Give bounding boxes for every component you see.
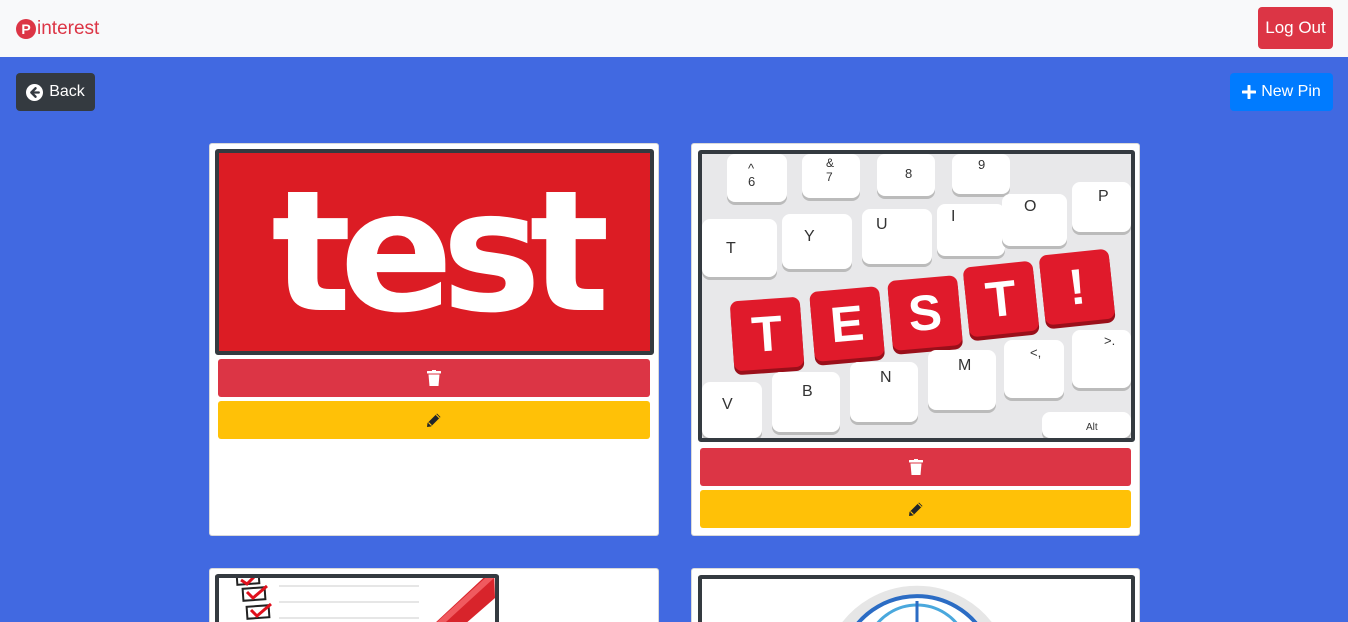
logout-button[interactable]: Log Out [1258,7,1333,49]
key-label: 8 [905,166,913,181]
key-label: 9 [978,157,986,172]
keyboard-photo: ^6 &7 8 9 T Y U I O P T E S T ! V B N M … [702,154,1131,438]
pin-card: test [209,143,659,536]
edit-pin-button[interactable] [218,401,650,439]
back-button[interactable]: Back [16,73,95,111]
key-label: N [880,369,892,386]
key-label: Alt [1086,422,1098,433]
pin-card: ^6 &7 8 9 T Y U I O P T E S T ! V B N M … [691,143,1140,536]
key-letter: S [905,283,945,343]
key-label: I [951,208,956,225]
key-label: O [1024,198,1037,215]
key-label: ^6 [748,161,756,189]
key-letter: T [749,305,785,363]
key-label: U [876,216,888,233]
pencil-icon [427,413,441,427]
key-letter: T [982,269,1020,329]
key-label: &7 [826,156,835,184]
new-pin-label: New Pin [1261,83,1321,100]
edit-pin-button[interactable] [700,490,1131,528]
key-letter: E [827,294,867,354]
key-label: T [726,240,736,257]
plus-icon [1242,85,1257,99]
pin-image[interactable] [215,574,499,622]
test-word-art: test [271,154,610,350]
key-label: >. [1104,333,1116,348]
trash-icon [908,459,923,475]
red-key: E [809,286,885,362]
pinterest-p-icon: P [16,19,36,39]
pin-image[interactable]: test [215,149,654,355]
key-label: P [1098,188,1109,205]
checklist-pencil-art [235,578,495,622]
red-key: ! [1038,248,1116,326]
pinterest-logo[interactable]: P interest [16,17,99,41]
red-key: T [729,296,805,372]
pin-image[interactable] [698,575,1135,622]
key-label: V [722,396,733,413]
red-key: T [962,260,1040,338]
key-label: B [802,383,813,400]
key-label: <, [1030,345,1042,360]
trash-icon [427,370,441,386]
key-letter: ! [1065,258,1089,316]
brand-text: interest [37,18,100,39]
key-label: Y [804,228,815,245]
new-pin-button[interactable]: New Pin [1230,73,1333,111]
back-label: Back [49,83,85,100]
delete-pin-button[interactable] [218,359,650,397]
pin-card [209,568,659,622]
pencil-icon [908,502,922,516]
red-key: S [887,275,963,351]
arrow-left-circle-icon [26,83,44,101]
key-label: M [958,357,972,374]
globe-logo-art [842,585,992,622]
pin-image[interactable]: ^6 &7 8 9 T Y U I O P T E S T ! V B N M … [698,150,1135,442]
top-navbar: P interest Log Out [0,0,1348,57]
delete-pin-button[interactable] [700,448,1131,486]
pin-card [691,568,1140,622]
